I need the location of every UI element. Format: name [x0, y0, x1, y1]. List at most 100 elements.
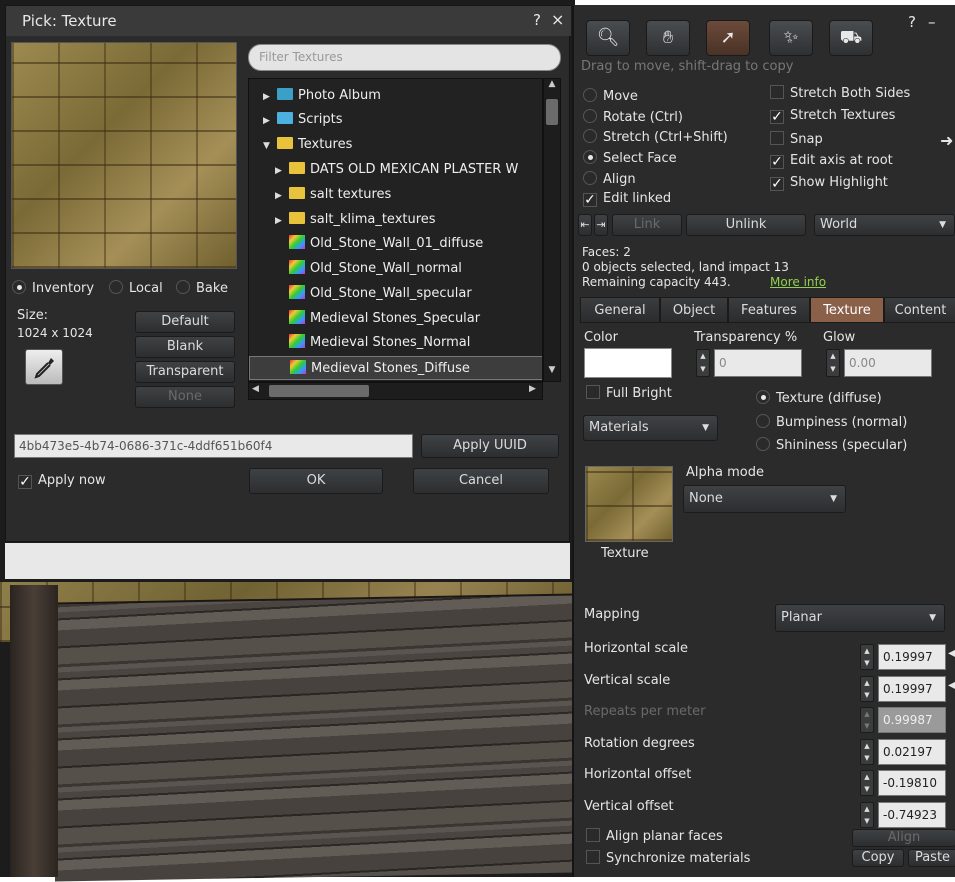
tree-item-texture[interactable]: Old_Stone_Wall_normal — [289, 257, 462, 281]
blank-button[interactable]: Blank — [135, 336, 235, 358]
edit-tool-button[interactable]: ➚ — [706, 20, 750, 56]
move-tool-button[interactable]: ✋︎ — [646, 20, 690, 56]
map-texture-diffuse[interactable]: Texture (diffuse) — [756, 390, 882, 406]
tree-item-texture-selected[interactable]: Medieval Stones_Diffuse — [249, 356, 542, 380]
ruler-mode-dropdown[interactable]: World ▼ — [814, 214, 955, 236]
alpha-mode-dropdown[interactable]: None ▼ — [683, 485, 846, 513]
align-button[interactable]: Align — [852, 829, 955, 847]
tab-object[interactable]: Object — [660, 297, 728, 323]
tree-item-texture[interactable]: Medieval Stones_Specular — [289, 307, 480, 331]
filter-textures-input[interactable]: Filter Textures — [248, 44, 561, 71]
none-button[interactable]: None — [135, 386, 235, 408]
rotation-degrees-input[interactable]: 0.02197 — [878, 739, 946, 765]
default-button[interactable]: Default — [135, 311, 235, 333]
close-icon[interactable]: × — [551, 10, 564, 29]
paste-button[interactable]: Paste — [908, 849, 955, 867]
vertical-offset-input[interactable]: -0.74923 — [878, 802, 946, 828]
apply-now-checkbox[interactable]: ✓ Apply now — [18, 473, 106, 489]
transparency-input[interactable]: 0 — [714, 349, 802, 377]
link-next-button[interactable]: ⇥ — [594, 214, 608, 236]
glow-input[interactable]: 0.00 — [844, 349, 932, 377]
transparent-button[interactable]: Transparent — [135, 361, 235, 383]
ok-button[interactable]: OK — [249, 468, 383, 494]
scroll-right-icon[interactable]: ▶ — [529, 384, 536, 394]
scroll-left-icon[interactable]: ◀ — [252, 384, 259, 394]
synchronize-materials-checkbox[interactable]: Synchronize materials — [586, 850, 750, 866]
mode-align[interactable]: Align — [583, 171, 636, 187]
map-bumpiness-normal[interactable]: Bumpiness (normal) — [756, 414, 907, 430]
horizontal-scale-spinner[interactable]: ▲ ▼ — [860, 644, 874, 670]
help-icon[interactable]: ? — [908, 13, 916, 31]
tab-features[interactable]: Features — [728, 297, 810, 323]
repeats-per-meter-input[interactable]: 0.99987 — [878, 707, 946, 733]
tree-item-folder[interactable]: ▶ salt textures — [275, 183, 391, 207]
horizontal-offset-input[interactable]: -0.19810 — [878, 770, 946, 796]
apply-uuid-button[interactable]: Apply UUID — [421, 434, 559, 458]
materials-dropdown[interactable]: Materials ▼ — [583, 415, 718, 441]
cancel-button[interactable]: Cancel — [413, 468, 549, 494]
minimize-icon[interactable]: – — [928, 13, 936, 31]
horizontal-scale-input[interactable]: 0.19997 — [878, 644, 946, 670]
expand-icon[interactable]: ▶ — [263, 109, 277, 133]
link-button[interactable]: Link — [612, 214, 682, 236]
uuid-field[interactable]: 4bb473e5-4b74-0686-371c-4ddf651b60f4 — [14, 434, 413, 458]
eyedropper-button[interactable] — [25, 349, 63, 385]
align-arrow-icon[interactable]: ◀ — [948, 680, 955, 691]
scroll-up-icon[interactable]: ▲ — [544, 79, 560, 95]
tree-vertical-scrollbar[interactable]: ▲ ▼ — [543, 78, 561, 382]
tree-item-texture[interactable]: Old_Stone_Wall_01_diffuse — [289, 232, 483, 256]
scroll-thumb[interactable] — [269, 385, 369, 397]
scene-wood-board[interactable] — [55, 593, 575, 882]
expand-icon[interactable]: ▶ — [275, 159, 289, 183]
focus-tool-button[interactable]: 🔍︎ — [586, 20, 630, 56]
tree-item-textures[interactable]: ▼ Textures — [263, 133, 352, 157]
align-planar-faces-checkbox[interactable]: Align planar faces — [586, 828, 723, 844]
tree-item-folder[interactable]: ▶ salt_klima_textures — [275, 208, 436, 232]
stretch-textures-checkbox[interactable]: ✓ Stretch Textures — [770, 108, 895, 124]
source-local[interactable]: Local — [109, 280, 163, 296]
tree-item-photo-album[interactable]: ▶ Photo Album — [263, 84, 381, 108]
mode-select-face[interactable]: Select Face — [583, 150, 677, 166]
expand-icon[interactable]: ▶ — [275, 209, 289, 233]
color-swatch[interactable] — [584, 348, 672, 378]
tree-item-folder[interactable]: ▶ DATS OLD MEXICAN PLASTER W — [275, 158, 518, 182]
full-bright-checkbox[interactable]: Full Bright — [586, 385, 672, 401]
align-arrow-icon[interactable]: ◀ — [948, 648, 955, 659]
vertical-scale-input[interactable]: 0.19997 — [878, 676, 946, 702]
more-info-link[interactable]: More info — [770, 275, 826, 289]
edit-linked-checkbox[interactable]: ✓ Edit linked — [583, 191, 671, 207]
glow-spinner[interactable]: ▲ ▼ — [826, 349, 840, 377]
vertical-offset-spinner[interactable]: ▲ ▼ — [860, 802, 874, 828]
tab-general[interactable]: General — [580, 297, 660, 323]
transparency-spinner[interactable]: ▲ ▼ — [696, 349, 710, 377]
scroll-thumb[interactable] — [546, 99, 558, 125]
rotation-degrees-spinner[interactable]: ▲ ▼ — [860, 739, 874, 765]
link-prev-button[interactable]: ⇤ — [578, 214, 592, 236]
create-tool-button[interactable]: ✨︎ — [769, 20, 813, 56]
help-icon[interactable]: ? — [533, 11, 541, 29]
scroll-down-icon[interactable]: ▼ — [544, 365, 560, 381]
collapse-icon[interactable]: ▼ — [263, 134, 277, 158]
tab-texture[interactable]: Texture — [810, 297, 884, 323]
tree-item-texture[interactable]: Old_Stone_Wall_specular — [289, 282, 472, 306]
repeats-per-meter-spinner[interactable]: ▲ ▼ — [860, 707, 874, 733]
unlink-button[interactable]: Unlink — [686, 214, 806, 236]
expand-icon[interactable]: ▶ — [263, 85, 277, 109]
texture-swatch[interactable] — [585, 466, 673, 542]
tree-item-texture[interactable]: Medieval Stones_Normal — [289, 331, 470, 355]
expand-arrow-icon[interactable]: ➜ — [940, 131, 953, 150]
show-highlight-checkbox[interactable]: ✓ Show Highlight — [770, 175, 888, 191]
mode-stretch[interactable]: Stretch (Ctrl+Shift) — [583, 129, 728, 145]
snap-checkbox[interactable]: Snap — [770, 131, 823, 147]
land-tool-button[interactable]: ⛟ — [829, 20, 873, 56]
copy-button[interactable]: Copy — [852, 849, 904, 867]
picker-title-bar[interactable]: Pick: Texture ? × — [6, 6, 571, 36]
source-inventory[interactable]: Inventory — [12, 280, 94, 296]
tree-item-scripts[interactable]: ▶ Scripts — [263, 108, 342, 132]
source-bake[interactable]: Bake — [176, 280, 228, 296]
mapping-dropdown[interactable]: Planar ▼ — [775, 604, 945, 632]
map-shininess-specular[interactable]: Shininess (specular) — [756, 437, 907, 453]
expand-icon[interactable]: ▶ — [275, 184, 289, 208]
tree-horizontal-scrollbar[interactable]: ◀ ▶ — [248, 382, 543, 400]
vertical-scale-spinner[interactable]: ▲ ▼ — [860, 676, 874, 702]
